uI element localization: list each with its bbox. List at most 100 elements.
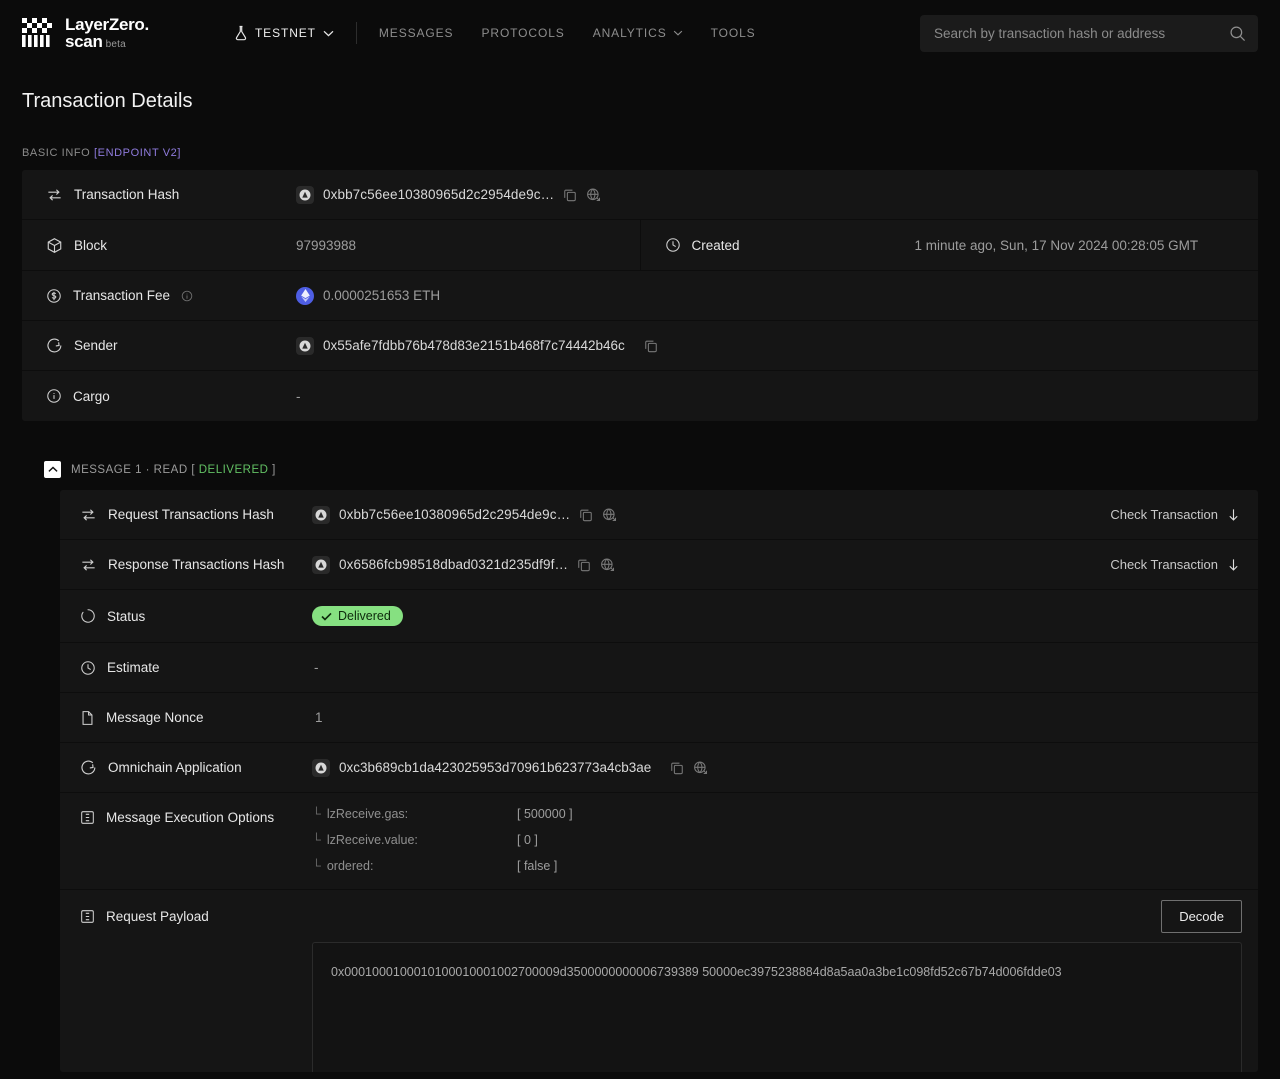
check-icon: [321, 612, 332, 621]
row-request-payload: Request Payload Decode 0x000100010001010…: [60, 890, 1258, 1072]
copy-icon[interactable]: [644, 339, 658, 353]
cargo-label: Cargo: [73, 388, 110, 404]
chevron-down-icon: [673, 30, 683, 36]
created-label-cell: Created: [665, 237, 915, 253]
payload-label: Request Payload: [106, 908, 209, 924]
exec-option-key-text: lzReceive.value:: [326, 833, 418, 847]
message-header-suffix: ]: [268, 463, 276, 476]
row-message-execution-options: Message Execution Options └ lzReceive.gas…: [60, 793, 1258, 890]
row-omnichain-application: Omnichain Application 0xc3b689cb1da42302…: [60, 743, 1258, 793]
request-hash-value[interactable]: 0xbb7c56ee10380965d2c2954de9c…: [339, 507, 570, 522]
nav-item-analytics[interactable]: ANALYTICS: [593, 26, 683, 40]
external-link-globe-icon[interactable]: [586, 187, 601, 202]
transaction-fee-value: 0.0000251653 ETH: [323, 288, 441, 303]
dollar-circle-icon: [46, 288, 62, 304]
sender-address[interactable]: 0x55afe7fdbb76b478d83e2151b468f7c74442b4…: [323, 338, 625, 353]
transaction-fee-label: Transaction Fee: [73, 288, 171, 303]
exec-option-row: └ ordered: [ false ]: [312, 859, 573, 873]
block-cell: Block 97993988: [22, 220, 640, 270]
transaction-hash-label: Transaction Hash: [74, 187, 180, 202]
nav-item-protocols[interactable]: PROTOCOLS: [481, 26, 564, 40]
cargo-value: -: [296, 388, 301, 404]
external-link-globe-icon[interactable]: [600, 557, 615, 572]
main-nav: MESSAGES PROTOCOLS ANALYTICS TOOLS: [379, 26, 756, 40]
exec-option-row: └ lzReceive.value: [ 0 ]: [312, 833, 573, 847]
payload-header: Request Payload Decode: [80, 890, 1258, 942]
clock-icon: [80, 660, 96, 676]
decode-button[interactable]: Decode: [1161, 899, 1242, 933]
response-hash-value[interactable]: 0x6586fcb98518dbad0321d235df9f…: [339, 557, 568, 572]
row-estimate: Estimate -: [60, 643, 1258, 693]
created-value: 1 minute ago, Sun, 17 Nov 2024 00:28:05 …: [914, 237, 1199, 253]
cargo-label-cell: Cargo: [46, 388, 296, 404]
row-message-nonce: Message Nonce 1: [60, 693, 1258, 743]
exec-option-key: └ ordered:: [312, 859, 374, 873]
exec-option-value: [ 0 ]: [517, 833, 538, 847]
info-icon[interactable]: [181, 290, 193, 302]
arrow-down-icon: [1227, 508, 1240, 522]
brand-name-line2: scan: [65, 32, 103, 51]
basic-info-text: BASIC INFO: [22, 147, 91, 159]
nonce-label-cell: Message Nonce: [80, 710, 312, 726]
oapp-label: Omnichain Application: [108, 760, 242, 775]
brand-logo[interactable]: LayerZero. scan beta: [22, 15, 149, 51]
transfer-arrows-icon: [80, 556, 97, 573]
exec-options-label-cell: Message Execution Options: [80, 793, 312, 889]
network-label: TESTNET: [254, 26, 316, 40]
nav-label: PROTOCOLS: [481, 26, 565, 40]
basic-info-section-label: BASIC INFO [ENDPOINT V2]: [22, 147, 1258, 159]
block-label-cell: Block: [46, 237, 296, 254]
nav-item-messages[interactable]: MESSAGES: [379, 26, 454, 40]
message-header-prefix: MESSAGE 1 · READ [: [71, 463, 199, 476]
external-link-globe-icon[interactable]: [693, 760, 708, 775]
flask-icon: [234, 25, 248, 41]
beta-tag: beta: [105, 39, 126, 50]
exec-option-row: └ lzReceive.gas: [ 500000 ]: [312, 807, 573, 821]
page-content: Transaction Details BASIC INFO [ENDPOINT…: [0, 90, 1280, 1072]
search-icon[interactable]: [1229, 25, 1246, 42]
oapp-address[interactable]: 0xc3b689cb1da423025953d70961b623773a4cb3…: [339, 760, 651, 775]
options-square-icon: [80, 909, 95, 924]
chevron-down-icon: [323, 30, 334, 37]
exec-options-list: └ lzReceive.gas: [ 500000 ] └ lzReceive.va…: [312, 793, 573, 889]
copy-icon[interactable]: [563, 188, 577, 202]
response-hash-value-cell: 0x6586fcb98518dbad0321d235df9f…: [312, 555, 615, 574]
external-link-globe-icon[interactable]: [602, 507, 617, 522]
row-cargo: Cargo -: [22, 371, 1258, 421]
copy-icon[interactable]: [670, 761, 684, 775]
collapse-toggle-caret-up-icon[interactable]: [44, 461, 61, 478]
message-status-text: DELIVERED: [198, 463, 269, 476]
chain-logo-icon: [296, 336, 314, 355]
nav-item-tools[interactable]: TOOLS: [711, 26, 756, 40]
estimate-label: Estimate: [107, 660, 160, 675]
nonce-label: Message Nonce: [106, 710, 204, 725]
sender-arrow-icon: [80, 759, 97, 776]
payload-label-cell: Request Payload: [80, 909, 312, 924]
status-label-cell: Status: [80, 608, 312, 624]
check-response-transaction-button[interactable]: Check Transaction: [1110, 557, 1240, 572]
search-input[interactable]: [934, 25, 1229, 41]
message-header-text: MESSAGE 1 · READ [ DELIVERED ]: [71, 464, 276, 476]
transaction-fee-value-cell: 0.0000251653 ETH: [296, 286, 441, 305]
request-hash-label-cell: Request Transactions Hash: [80, 506, 312, 523]
response-hash-label: Response Transactions Hash: [108, 557, 285, 572]
copy-icon[interactable]: [579, 508, 593, 522]
copy-icon[interactable]: [577, 558, 591, 572]
document-icon: [80, 710, 95, 726]
block-value[interactable]: 97993988: [296, 238, 356, 253]
created-cell: Created 1 minute ago, Sun, 17 Nov 2024 0…: [639, 220, 1259, 270]
sender-arrow-icon: [46, 337, 63, 354]
check-request-transaction-button[interactable]: Check Transaction: [1110, 507, 1240, 522]
exec-option-key-text: ordered:: [326, 859, 374, 873]
header-divider: [355, 22, 357, 44]
payload-value-box[interactable]: 0x0001000100010100010001002700009d350000…: [312, 942, 1242, 1072]
status-label: Status: [107, 608, 146, 624]
chain-logo-icon: [312, 758, 330, 777]
search-bar[interactable]: [920, 14, 1258, 52]
network-selector[interactable]: TESTNET: [234, 25, 334, 41]
message-section-header: MESSAGE 1 · READ [ DELIVERED ]: [22, 461, 1258, 478]
sender-label: Sender: [74, 338, 118, 353]
layerzero-logo-icon: [22, 18, 56, 48]
exec-option-value: [ 500000 ]: [517, 807, 573, 821]
transaction-hash-value[interactable]: 0xbb7c56ee10380965d2c2954de9c…: [323, 187, 554, 202]
